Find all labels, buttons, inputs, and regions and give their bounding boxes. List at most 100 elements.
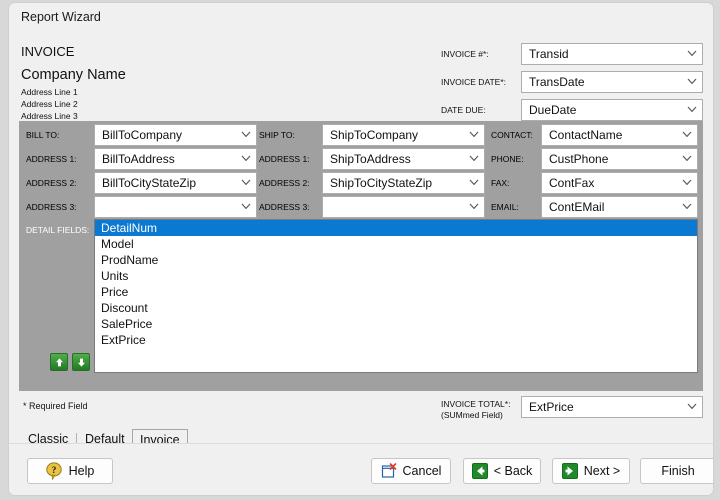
label-ship-address-2: ADDRESS 2:: [259, 178, 310, 188]
next-button[interactable]: Next >: [552, 458, 630, 484]
chevron-down-icon: [464, 179, 484, 188]
combo-bill-to-address-1[interactable]: BillToAddress: [94, 148, 257, 170]
combo-invoice-total-value: ExtPrice: [529, 400, 574, 414]
chevron-down-icon: [236, 131, 256, 140]
label-email: EMAIL:: [491, 202, 519, 212]
label-fax: FAX:: [491, 178, 510, 188]
fields-gray-panel: BILL TO: BillToCompany ADDRESS 1: BillTo…: [19, 121, 703, 391]
label-invoice-total: INVOICE TOTAL*:: [441, 399, 511, 409]
combo-email[interactable]: ContEMail: [541, 196, 698, 218]
combo-ship-to-address-2[interactable]: ShipToCityStateZip: [322, 172, 485, 194]
report-wizard-window: Report Wizard INVOICE Company Name Addre…: [8, 2, 714, 496]
combo-bill-to-address-3[interactable]: [94, 196, 257, 218]
combo-date-due-value: DueDate: [529, 103, 577, 117]
arrow-down-icon: [76, 357, 87, 368]
wizard-client-area: INVOICE Company Name Address Line 1 Addr…: [9, 33, 713, 452]
chevron-down-icon: [236, 203, 256, 212]
move-up-button[interactable]: [50, 353, 68, 371]
label-invoice-date: INVOICE DATE*:: [441, 77, 507, 87]
chevron-down-icon: [682, 106, 702, 115]
list-item[interactable]: ProdName: [95, 252, 697, 268]
back-button[interactable]: < Back: [463, 458, 541, 484]
combo-ship-to-address-2-value: ShipToCityStateZip: [330, 176, 433, 190]
combo-ship-to-address-1-value: ShipToAddress: [330, 152, 411, 166]
cancel-button-label: Cancel: [402, 464, 442, 478]
combo-fax[interactable]: ContFax: [541, 172, 698, 194]
combo-email-value: ContEMail: [549, 200, 605, 214]
combo-bill-to-address-2-value: BillToCityStateZip: [102, 176, 197, 190]
combo-date-due[interactable]: DueDate: [521, 99, 703, 121]
combo-bill-to-company-value: BillToCompany: [102, 128, 183, 142]
combo-contact-name-value: ContactName: [549, 128, 623, 142]
label-date-due: DATE DUE:: [441, 105, 486, 115]
label-bill-address-1: ADDRESS 1:: [26, 154, 77, 164]
chevron-down-icon: [677, 155, 697, 164]
label-ship-address-3: ADDRESS 3:: [259, 202, 310, 212]
chevron-down-icon: [682, 78, 702, 87]
arrow-up-icon: [54, 357, 65, 368]
combo-invoice-number[interactable]: Transid: [521, 43, 703, 65]
label-bill-to: BILL TO:: [26, 130, 60, 140]
combo-ship-to-address-1[interactable]: ShipToAddress: [322, 148, 485, 170]
chevron-down-icon: [677, 203, 697, 212]
back-arrow-icon: [471, 463, 488, 479]
title-bar: Report Wizard: [9, 3, 713, 33]
next-button-label: Next >: [583, 464, 621, 478]
chevron-down-icon: [236, 155, 256, 164]
combo-phone-value: CustPhone: [549, 152, 609, 166]
cancel-icon: [381, 463, 397, 479]
back-button-label: < Back: [493, 464, 533, 478]
label-phone: PHONE:: [491, 154, 524, 164]
list-item[interactable]: DetailNum: [95, 220, 697, 236]
list-item[interactable]: Model: [95, 236, 697, 252]
label-bill-address-3: ADDRESS 3:: [26, 202, 77, 212]
footer-bar: ? Help Cancel < Back Next > Finish: [9, 443, 713, 495]
label-detail-fields: DETAIL FIELDS:: [26, 225, 90, 235]
combo-invoice-date-value: TransDate: [529, 75, 585, 89]
combo-invoice-date[interactable]: TransDate: [521, 71, 703, 93]
list-item[interactable]: Units: [95, 268, 697, 284]
label-invoice-number: INVOICE #*:: [441, 49, 489, 59]
move-down-button[interactable]: [72, 353, 90, 371]
required-field-note: * Required Field: [23, 401, 88, 411]
combo-contact-name[interactable]: ContactName: [541, 124, 698, 146]
chevron-down-icon: [677, 179, 697, 188]
label-bill-address-2: ADDRESS 2:: [26, 178, 77, 188]
svg-text:?: ?: [51, 466, 56, 476]
chevron-down-icon: [677, 131, 697, 140]
chevron-down-icon: [464, 203, 484, 212]
list-item[interactable]: ExtPrice: [95, 332, 697, 348]
combo-fax-value: ContFax: [549, 176, 595, 190]
combo-phone[interactable]: CustPhone: [541, 148, 698, 170]
combo-bill-to-address-1-value: BillToAddress: [102, 152, 175, 166]
window-title: Report Wizard: [21, 10, 101, 24]
combo-ship-to-company[interactable]: ShipToCompany: [322, 124, 485, 146]
combo-ship-to-company-value: ShipToCompany: [330, 128, 419, 142]
list-item[interactable]: Price: [95, 284, 697, 300]
address-line-3: Address Line 3: [21, 111, 78, 121]
combo-invoice-number-value: Transid: [529, 47, 569, 61]
address-line-2: Address Line 2: [21, 99, 78, 109]
detail-fields-listbox[interactable]: DetailNum Model ProdName Units Price Dis…: [94, 219, 698, 373]
help-button-label: Help: [68, 464, 95, 478]
help-icon: ?: [45, 462, 63, 480]
label-ship-address-1: ADDRESS 1:: [259, 154, 310, 164]
combo-bill-to-address-2[interactable]: BillToCityStateZip: [94, 172, 257, 194]
combo-invoice-total[interactable]: ExtPrice: [521, 396, 703, 418]
finish-button-label: Finish: [661, 464, 695, 478]
company-name-label: Company Name: [21, 67, 126, 83]
label-ship-to: SHIP TO:: [259, 130, 295, 140]
chevron-down-icon: [682, 403, 702, 412]
combo-bill-to-company[interactable]: BillToCompany: [94, 124, 257, 146]
finish-button[interactable]: Finish: [640, 458, 713, 484]
chevron-down-icon: [464, 131, 484, 140]
combo-ship-to-address-3[interactable]: [322, 196, 485, 218]
chevron-down-icon: [682, 50, 702, 59]
label-contact: CONTACT:: [491, 130, 533, 140]
list-item[interactable]: Discount: [95, 300, 697, 316]
list-item[interactable]: SalePrice: [95, 316, 697, 332]
cancel-button[interactable]: Cancel: [371, 458, 451, 484]
chevron-down-icon: [464, 155, 484, 164]
chevron-down-icon: [236, 179, 256, 188]
help-button[interactable]: ? Help: [27, 458, 113, 484]
